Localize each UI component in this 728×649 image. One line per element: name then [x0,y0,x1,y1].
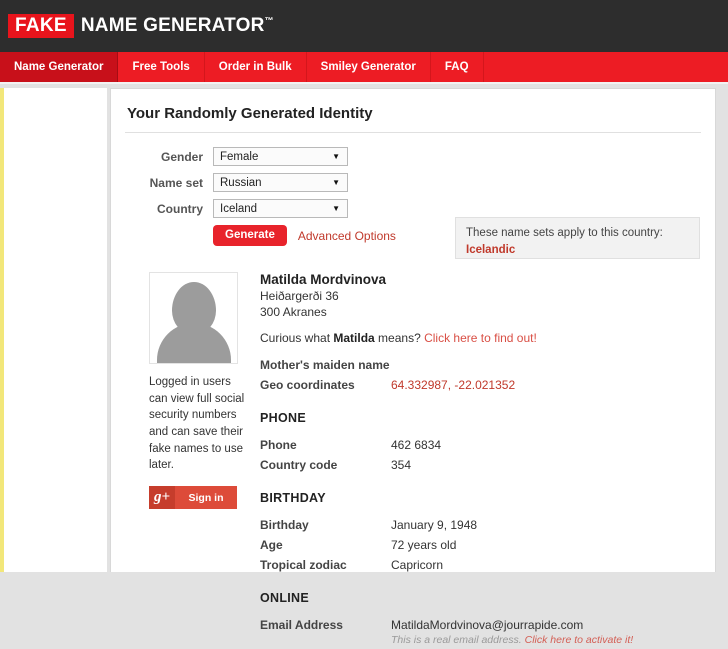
logo-title: NAME GENERATOR™ [81,15,274,37]
page-title: Your Randomly Generated Identity [125,89,701,133]
tropical-zodiac-value: Capricorn [391,558,444,573]
country-select-value: Iceland [220,202,258,215]
birthday-label: Birthday [260,518,309,533]
table-row: Email Address MatildaMordvinova@jourrapi… [260,615,701,649]
phone-label: Phone [260,438,297,453]
main-navigation: Name Generator Free Tools Order in Bulk … [0,52,728,84]
name-meaning-prompt: Curious what Matilda means? Click here t… [260,331,701,345]
generate-button[interactable]: Generate [213,225,287,246]
table-row: Mother's maiden name [260,355,701,375]
country-code-label: Country code [260,458,338,473]
table-row: Phone 462 6834 [260,435,701,455]
info-box-line-1: These name sets apply to this country: [466,227,663,239]
email-note-text: This is a real email address. [391,634,525,647]
gender-select[interactable]: Female ▼ [213,147,348,166]
geo-coordinates-label: Geo coordinates [260,378,355,393]
page-body: Your Randomly Generated Identity Gender … [0,84,728,646]
country-label: Country [157,201,203,216]
info-box-language: Icelandic [466,243,516,256]
site-header: FAKE NAME GENERATOR™ [0,0,728,52]
identity-info-table: Mother's maiden name Geo coordinates 64.… [260,355,701,395]
chevron-down-icon: ▼ [332,203,340,213]
left-sidebar-panel [0,88,107,572]
identity-details: Matilda Mordvinova Heiðargerði 36 300 Ak… [260,272,701,649]
logo-trademark: ™ [264,15,274,26]
form-row-gender: Gender Female ▼ [125,147,701,166]
email-address-cell: MatildaMordvinova@jourrapide.com This is… [391,615,701,649]
phone-info-table: Phone 462 6834 Country code 354 [260,435,701,475]
nav-item-order-in-bulk[interactable]: Order in Bulk [205,52,307,82]
google-plus-icon: g+ [149,486,175,510]
logo-fake-badge: FAKE [8,14,74,38]
birthday-section-heading: BIRTHDAY [260,491,326,506]
email-activation-link[interactable]: Click here to activate it! [525,634,634,646]
chevron-down-icon: ▼ [332,151,340,161]
logo-title-text: NAME GENERATOR [80,15,265,36]
online-info-table: Email Address MatildaMordvinova@jourrapi… [260,615,701,649]
avatar [149,272,238,364]
nav-item-smiley-generator[interactable]: Smiley Generator [307,52,431,82]
email-activation-note: This is a real email address. Click here… [391,634,701,646]
chevron-down-icon: ▼ [332,177,340,187]
gender-select-value: Female [220,150,259,163]
address-line-1: Heiðargerði 36 [260,289,339,303]
identity-sidebar: Logged in users can view full social sec… [149,272,247,649]
nav-item-free-tools[interactable]: Free Tools [118,52,205,82]
person-name: Matilda Mordvinova [260,272,387,287]
site-logo[interactable]: FAKE NAME GENERATOR™ [8,14,274,38]
nav-item-faq[interactable]: FAQ [431,52,484,82]
address-line-2: 300 Akranes [260,304,327,319]
nav-item-name-generator[interactable]: Name Generator [0,52,119,82]
form-row-nameset: Name set Russian ▼ [125,173,701,192]
phone-value: 462 6834 [391,438,442,453]
curious-name: Matilda [333,331,375,346]
table-row: Geo coordinates 64.332987, -22.021352 [260,375,701,395]
mothers-maiden-name-value [391,355,701,375]
curious-prefix: Curious what [260,331,334,346]
form-row-country: Country Iceland ▼ [125,199,701,218]
nameset-select-value: Russian [220,176,262,189]
table-row: Country code 354 [260,455,701,475]
identity-section: Logged in users can view full social sec… [125,272,701,649]
age-label: Age [260,538,283,553]
nameset-label: Name set [149,175,203,190]
email-address-label: Email Address [260,618,343,633]
age-value: 72 years old [391,538,457,553]
gender-label: Gender [160,149,203,164]
online-section-heading: ONLINE [260,591,310,606]
google-plus-signin-button[interactable]: g+ Sign in [149,486,237,510]
table-row: Birthday January 9, 1948 [260,515,701,535]
name-meaning-link[interactable]: Click here to find out! [424,331,537,345]
curious-suffix: means? [374,331,425,346]
table-row: Tropical zodiac Capricorn [260,555,701,575]
birthday-value: January 9, 1948 [391,518,478,533]
advanced-options-link[interactable]: Advanced Options [298,229,396,243]
birthday-info-table: Birthday January 9, 1948 Age 72 years ol… [260,515,701,575]
tropical-zodiac-label: Tropical zodiac [260,558,347,573]
table-row: Age 72 years old [260,535,701,555]
geo-coordinates-value: 64.332987, -22.021352 [391,378,516,393]
logged-in-info-text: Logged in users can view full social sec… [149,376,245,472]
country-select[interactable]: Iceland ▼ [213,199,348,218]
mothers-maiden-name-label: Mother's maiden name [260,358,390,373]
phone-section-heading: PHONE [260,411,306,426]
avatar-body-shape [156,323,231,363]
email-address-value: MatildaMordvinova@jourrapide.com [391,618,584,633]
country-code-value: 354 [391,458,412,473]
country-nameset-info-box: These name sets apply to this country: I… [455,217,700,259]
signin-button-label: Sign in [188,491,224,504]
nameset-select[interactable]: Russian ▼ [213,173,348,192]
main-content-card: Your Randomly Generated Identity Gender … [110,88,716,646]
